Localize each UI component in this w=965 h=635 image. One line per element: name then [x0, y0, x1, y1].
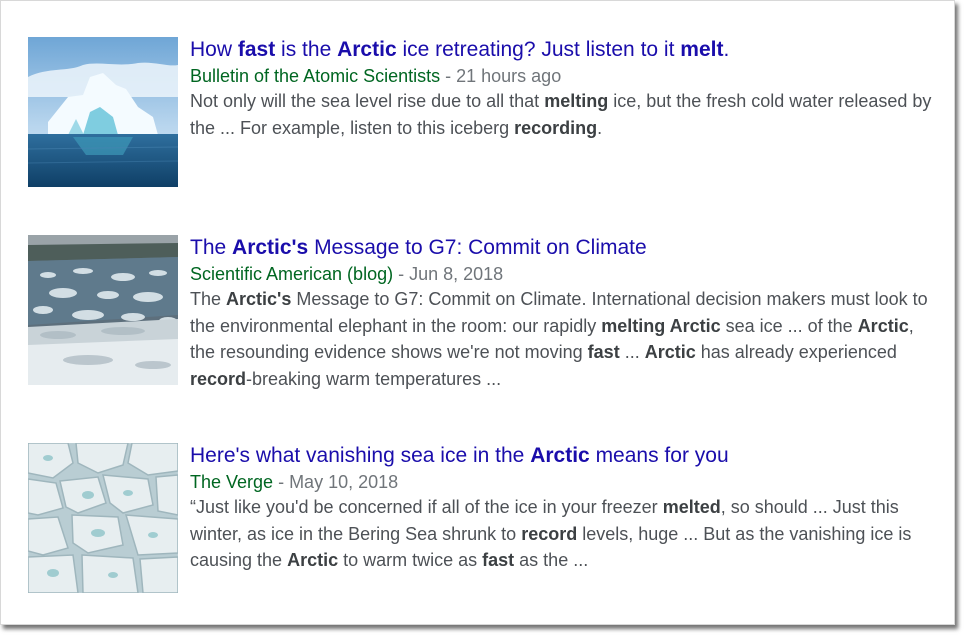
result-title-link[interactable]: The Arctic's Message to G7: Commit on Cl… [190, 235, 935, 261]
meta-separator: - [273, 472, 290, 492]
text-segment: “Just like you'd be concerned if all of … [190, 497, 663, 517]
result-title-link[interactable]: Here's what vanishing sea ice in the Arc… [190, 443, 935, 469]
highlighted-term: fast [482, 550, 515, 570]
text-segment: is the [275, 38, 338, 61]
text-segment: . [597, 117, 603, 138]
highlighted-term: melting Arctic [601, 315, 721, 336]
text-segment: The [190, 289, 227, 309]
text-segment: sea ice ... of the [720, 315, 858, 336]
result-source[interactable]: Bulletin of the Atomic Scientists [190, 66, 440, 86]
result-meta: Bulletin of the Atomic Scientists - 21 h… [190, 64, 935, 88]
highlighted-term: Arctic [337, 38, 397, 61]
result-thumbnail-ice-floes[interactable] [28, 443, 178, 593]
result-text-2: The Arctic's Message to G7: Commit on Cl… [190, 235, 935, 392]
highlighted-term: Arctic's [226, 289, 292, 309]
result-snippet: “Just like you'd be concerned if all of … [190, 494, 935, 574]
text-segment: has already experienced [695, 342, 897, 362]
result-snippet: Not only will the sea level rise due to … [190, 88, 935, 141]
result-thumbnail-sea-ice[interactable] [28, 235, 178, 385]
meta-separator: - [393, 264, 410, 284]
highlighted-term: melt [680, 38, 724, 61]
text-segment: ... [619, 342, 645, 362]
ice-floes-image [28, 443, 178, 593]
highlighted-term: Arctic [287, 550, 339, 570]
text-segment: ice retreating? Just listen to it [396, 38, 681, 61]
result-title-link[interactable]: How fast is the Arctic ice retreating? J… [190, 37, 935, 63]
result-meta: The Verge - May 10, 2018 [190, 470, 935, 494]
text-segment: Message to G7: Commit on Climate [308, 236, 647, 259]
text-segment: as the ... [514, 550, 589, 570]
highlighted-term: Arctic's [232, 236, 309, 259]
highlighted-term: fast [587, 342, 620, 362]
result-thumbnail-iceberg[interactable] [28, 37, 178, 187]
sea-ice-image [28, 235, 178, 385]
result-source[interactable]: Scientific American (blog) [190, 264, 393, 284]
highlighted-term: fast [237, 38, 276, 61]
text-segment: Here's what vanishing sea ice in the [190, 444, 531, 467]
text-segment: The [190, 236, 233, 259]
text-segment: How [190, 38, 238, 61]
result-date: Jun 8, 2018 [409, 264, 504, 284]
result-text-1: How fast is the Arctic ice retreating? J… [190, 37, 935, 141]
highlighted-term: melting [544, 91, 609, 111]
highlighted-term: Arctic [857, 315, 909, 336]
highlighted-term: Arctic [644, 342, 696, 362]
highlighted-term: recording [514, 117, 598, 138]
news-results-panel: How fast is the Arctic ice retreating? J… [0, 0, 955, 625]
result-text-3: Here's what vanishing sea ice in the Arc… [190, 443, 935, 574]
highlighted-term: record [190, 368, 247, 389]
text-segment: -breaking warm temperatures ... [246, 368, 502, 389]
text-segment: Not only will the sea level rise due to … [190, 91, 545, 111]
text-segment: means for you [589, 444, 729, 467]
result-source[interactable]: The Verge [190, 472, 273, 492]
result-meta: Scientific American (blog) - Jun 8, 2018 [190, 262, 935, 286]
text-segment: . [723, 38, 730, 61]
result-date: May 10, 2018 [289, 472, 399, 492]
result-date: 21 hours ago [456, 66, 562, 86]
highlighted-term: Arctic [530, 444, 590, 467]
result-snippet: The Arctic's Message to G7: Commit on Cl… [190, 286, 935, 392]
text-segment: to warm twice as [338, 550, 483, 570]
meta-separator: - [440, 66, 457, 86]
iceberg-image [28, 37, 178, 187]
highlighted-term: record [521, 523, 578, 544]
highlighted-term: melted [662, 497, 721, 517]
